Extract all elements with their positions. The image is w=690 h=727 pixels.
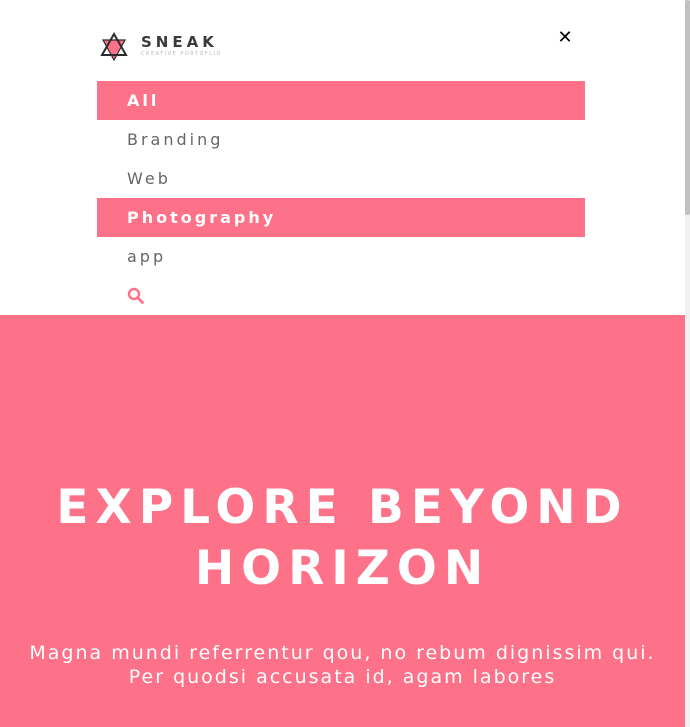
nav-item-label: Photography [127,208,277,227]
nav-item-app[interactable]: app [97,237,585,276]
hero-title: EXPLORE BEYOND HORIZON [56,480,629,596]
logo-mark-icon [100,31,128,61]
nav-item-web[interactable]: Web [97,159,585,198]
logo[interactable]: SNEAK CREATIVE PORTOFLIO [100,31,222,61]
scrollbar[interactable] [685,0,690,727]
brand-name: SNEAK [141,33,218,51]
close-menu-button[interactable]: ✕ [556,29,574,47]
nav-item-label: Web [127,169,171,188]
search-icon[interactable] [127,287,144,304]
brand-tagline: CREATIVE PORTOFLIO [141,51,222,57]
close-icon: ✕ [557,27,573,48]
nav-panel: SNEAK CREATIVE PORTOFLIO ✕ All Branding … [0,0,685,315]
nav-item-label: All [127,91,160,110]
page: SNEAK CREATIVE PORTOFLIO ✕ All Branding … [0,0,690,727]
nav-item-label: Branding [127,130,224,149]
nav-search[interactable] [97,276,585,315]
scrollbar-thumb[interactable] [685,0,690,215]
nav-item-label: app [127,247,167,266]
nav-item-photography[interactable]: Photography [97,198,585,237]
nav-item-branding[interactable]: Branding [97,120,585,159]
logo-text: SNEAK CREATIVE PORTOFLIO [141,34,222,58]
nav-menu: All Branding Web Photography app [97,81,585,315]
hero-subtitle: Magna mundi referrentur qou, no rebum di… [0,641,685,689]
hero-subtitle-line-1: Magna mundi referrentur qou, no rebum di… [29,642,656,664]
nav-item-all[interactable]: All [97,81,585,120]
hero-subtitle-line-2: Per quodsi accusata id, agam labores [128,666,557,688]
hero-section: EXPLORE BEYOND HORIZON Magna mundi refer… [0,315,685,727]
